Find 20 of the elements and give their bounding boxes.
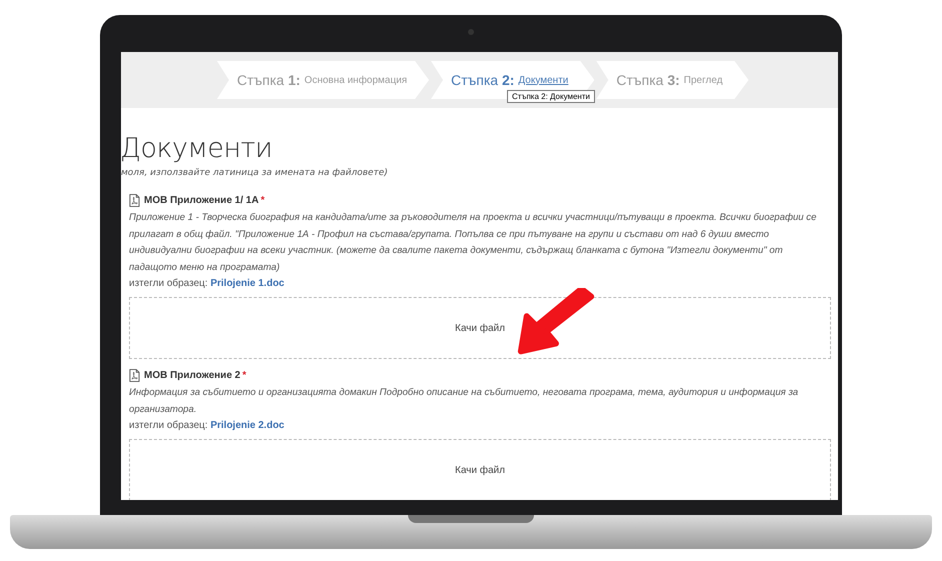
document-title: МОВ Приложение 1/ 1А [144,195,259,206]
upload-dropzone[interactable]: Качи файл [129,439,831,500]
required-mark: * [242,370,246,381]
required-mark: * [260,195,265,206]
document-description: Приложение 1 - Творческа биография на кандидата/ите за ръководителя на проекта и всички участници/пътуващи в проекта. Всички биографии се прилагат в общ файл. "Приложение 1А - Профил на състава/групата. Попълва се при пътуване на групи и състави от над 6 души вместо индивидуални биографии на всеки участник. (можете да свалите пакета документи, съдържащ бланката с бутона "Изтегли документи" от падащото меню на програмата) [129,211,818,274]
document-description: Информация за събитието и организацията домакин Подробно описание на събитието, неговата програма, тема, аудитория и информация за организатора. [129,386,800,416]
pdf-file-icon [129,194,140,207]
step-tab[interactable]: Стъпка 1: Основна информация [217,61,429,99]
step-tab[interactable]: Стъпка 3: Преглед [596,61,749,99]
download-label: изтегли образец: [129,420,208,431]
file-link[interactable]: Prilojenie 2.doc [210,420,284,431]
page-title: Документи [121,133,274,164]
tooltip: Стъпка 2: Документи [507,90,595,103]
note-text: моля, използвайте латиница за имената на файловете) [121,168,389,178]
upload-label: Качи файл [455,322,505,334]
download-label: изтегли образец: [129,278,208,289]
upload-label: Качи файл [455,464,505,476]
file-link[interactable]: Prilojenie 1.doc [210,278,284,289]
pdf-file-icon [129,369,140,382]
document-title: МОВ Приложение 2 [144,370,240,381]
